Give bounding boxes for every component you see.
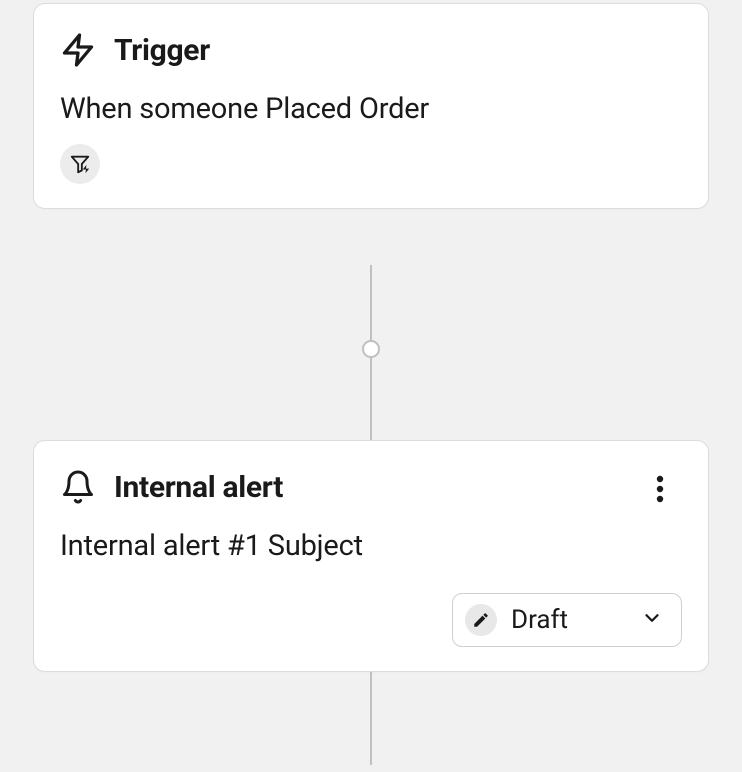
status-label: Draft [511,605,568,635]
alert-subject: Internal alert #1 Subject [60,529,682,563]
add-step-node[interactable] [362,340,380,358]
pencil-icon [465,604,497,636]
alert-menu-button[interactable] [642,471,678,507]
status-dropdown[interactable]: Draft [452,593,682,647]
trigger-card[interactable]: Trigger When someone Placed Order [33,3,709,209]
alert-card-header: Internal alert [60,469,682,505]
bell-icon [60,469,96,505]
alert-card[interactable]: Internal alert Internal alert #1 Subject… [33,440,709,672]
lightning-icon [60,32,96,68]
chevron-down-icon [641,607,663,633]
trigger-title: Trigger [114,33,210,68]
trigger-description: When someone Placed Order [60,92,682,126]
alert-card-footer: Draft [60,593,682,647]
alert-title: Internal alert [114,470,283,505]
status-left: Draft [465,604,568,636]
trigger-filter-badge[interactable] [60,144,100,184]
trigger-card-header: Trigger [60,32,682,68]
flow-canvas: Trigger When someone Placed Order [0,0,742,772]
